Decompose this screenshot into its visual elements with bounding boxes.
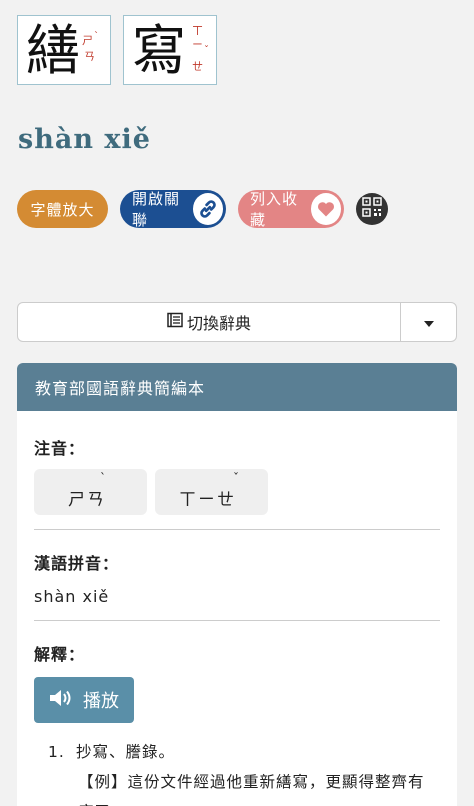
definition-section: 解釋： 播放 1. 抄寫、謄錄。 【例】這份文件經過他重新繕寫，更顯得整齊有序了… [34, 621, 440, 806]
character-glyph: 寫 [132, 19, 186, 82]
switch-dictionary-dropdown[interactable]: 切換辭典 [17, 302, 457, 342]
play-label: 播放 [83, 691, 119, 712]
character-box-1: 繕 ㄕ ˋ ㄢ [17, 15, 111, 85]
pinyin-value: shàn xiě [34, 587, 110, 606]
add-favorite-label: 列入收藏 [250, 190, 299, 229]
card-body: 注音： ˋ ㄕㄢ ˇ ㄒㄧㄝ 漢語拼音： shàn xiě 解釋： 播放 1. … [17, 411, 457, 806]
character-zhuyin: ㄢ [84, 50, 95, 63]
zoom-font-button[interactable]: 字體放大 [17, 190, 108, 228]
dictionary-card: 教育部國語辭典簡編本 注音： ˋ ㄕㄢ ˇ ㄒㄧㄝ 漢語拼音： shàn xiě [17, 363, 457, 806]
zhuyin-chips: ˋ ㄕㄢ ˇ ㄒㄧㄝ [34, 469, 440, 515]
action-bar: 字體放大 開啟關聯 列入收藏 [17, 190, 388, 229]
definition-item: 1. 抄寫、謄錄。 [34, 737, 440, 767]
zhuyin-chip[interactable]: ˋ ㄕㄢ [34, 469, 147, 515]
pinyin-heading: shàn xiě [18, 124, 151, 155]
dropdown-toggle[interactable] [400, 303, 456, 341]
definition-list: 1. 抄寫、謄錄。 【例】這份文件經過他重新繕寫，更顯得整齊有序了。 [34, 737, 440, 806]
add-favorite-button[interactable]: 列入收藏 [238, 190, 344, 229]
pinyin-title: 漢語拼音： [34, 554, 120, 573]
zhuyin-section: 注音： ˋ ㄕㄢ ˇ ㄒㄧㄝ [34, 411, 440, 515]
card-header: 教育部國語辭典簡編本 [17, 363, 457, 411]
open-link-label: 開啟關聯 [132, 190, 181, 229]
character-glyph: 繕 [26, 19, 80, 82]
card-title: 教育部國語辭典簡編本 [35, 379, 206, 398]
character-zhuyin: ㄒ [192, 24, 203, 37]
character-zhuyin-tone: ˋ [94, 31, 99, 42]
book-icon [167, 312, 183, 332]
character-zhuyin-tone: ˇ [204, 45, 209, 56]
caret-down-icon [423, 313, 435, 332]
zhuyin-tone: ˋ [100, 471, 106, 485]
zhuyin-text: ㄒㄧㄝ [179, 490, 236, 510]
heart-icon [310, 193, 341, 225]
definition-example: 【例】這份文件經過他重新繕寫，更顯得整齊有序了。 [78, 773, 425, 806]
character-box-2: 寫 ㄒ ㄧ ˇ ㄝ [123, 15, 217, 85]
switch-dictionary-button[interactable]: 切換辭典 [18, 303, 400, 341]
character-zhuyin: ㄝ [192, 60, 203, 73]
zhuyin-chip[interactable]: ˇ ㄒㄧㄝ [155, 469, 268, 515]
qr-code-icon [362, 197, 382, 221]
definition-title: 解釋： [34, 645, 86, 664]
zhuyin-title: 注音： [34, 439, 86, 458]
character-zhuyin: ㄧ [192, 38, 203, 51]
play-audio-button[interactable]: 播放 [34, 677, 134, 723]
definition-text: 抄寫、謄錄。 [76, 743, 176, 761]
switch-dictionary-label: 切換辭典 [186, 314, 251, 333]
pinyin-section: 漢語拼音： shàn xiě [34, 530, 440, 606]
zoom-font-label: 字體放大 [30, 200, 95, 219]
link-icon [192, 193, 223, 225]
definition-number: 1. [48, 743, 65, 761]
zhuyin-tone: ˇ [233, 471, 239, 485]
speaker-icon [49, 688, 75, 713]
open-link-button[interactable]: 開啟關聯 [120, 190, 226, 229]
character-boxes: 繕 ㄕ ˋ ㄢ 寫 ㄒ ㄧ ˇ ㄝ [17, 15, 217, 85]
character-zhuyin: ㄕ [82, 34, 93, 47]
zhuyin-text: ㄕㄢ [68, 490, 106, 510]
qr-code-button[interactable] [356, 193, 388, 225]
